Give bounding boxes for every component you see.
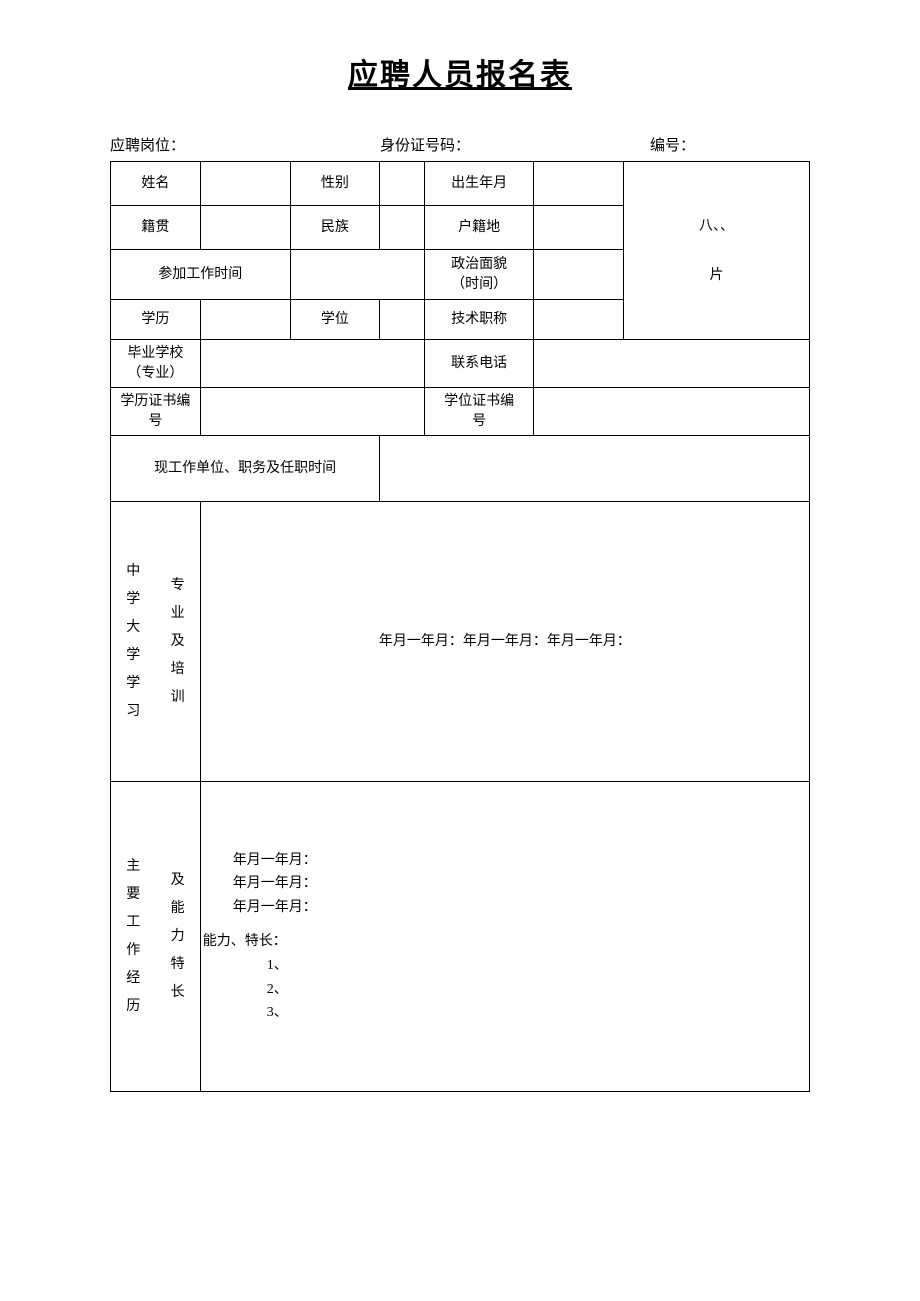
label-study-history: 中学大学学习 专业及培训 (111, 502, 201, 782)
serial-label: 编号： (650, 134, 695, 155)
field-study-history: 年月一年月：年月一年月：年月一年月： (200, 502, 809, 782)
label-name: 姓名 (111, 162, 201, 206)
photo-text-2: 片 (709, 268, 723, 283)
position-label: 应聘岗位： (110, 134, 185, 155)
page-title: 应聘人员报名表 (110, 50, 810, 94)
field-degree (380, 300, 425, 340)
label-edu-cert-no: 学历证书编 号 (111, 388, 201, 436)
field-birth (534, 162, 624, 206)
work-col2: 及能力特长 (171, 867, 185, 1007)
field-education (200, 300, 290, 340)
field-grad-school (200, 340, 424, 388)
field-work-history: 年月一年月： 年月一年月： 年月一年月： 能力、特长： 1、 2、 3、 (200, 782, 809, 1092)
field-ethnicity (380, 206, 425, 250)
label-current-work: 现工作单位、职务及任职时间 (111, 436, 380, 502)
ability-label: 能力、特长： (203, 930, 793, 954)
field-edu-cert-no (200, 388, 424, 436)
field-deg-cert-no (534, 388, 810, 436)
label-tech-title: 技术职称 (425, 300, 534, 340)
work-line-3: 年月一年月： (233, 896, 793, 920)
photo-text-1: 八、、 (699, 219, 734, 234)
ability-1: 1、 (233, 954, 793, 978)
study-col2: 专业及培训 (171, 572, 185, 712)
field-phone (534, 340, 810, 388)
field-residence (534, 206, 624, 250)
field-native-place (200, 206, 290, 250)
field-political (534, 250, 624, 300)
label-birth: 出生年月 (425, 162, 534, 206)
label-ethnicity: 民族 (290, 206, 380, 250)
label-grad-school: 毕业学校 （专业） (111, 340, 201, 388)
study-col1: 中学大学学习 (126, 558, 140, 726)
label-work-start: 参加工作时间 (111, 250, 291, 300)
label-residence: 户籍地 (425, 206, 534, 250)
label-degree: 学位 (290, 300, 380, 340)
field-tech-title (534, 300, 624, 340)
label-political: 政治面貌 （时间） (425, 250, 534, 300)
ability-2: 2、 (233, 978, 793, 1002)
ability-3: 3、 (233, 1001, 793, 1025)
field-work-start (290, 250, 425, 300)
label-native-place: 籍贯 (111, 206, 201, 250)
work-line-1: 年月一年月： (233, 849, 793, 873)
photo-cell: 八、、 片 (623, 162, 809, 340)
label-phone: 联系电话 (425, 340, 534, 388)
label-deg-cert-no: 学位证书编 号 (425, 388, 534, 436)
label-education: 学历 (111, 300, 201, 340)
form-header-row: 应聘岗位： 身份证号码： 编号： (110, 134, 810, 155)
id-number-label: 身份证号码： (380, 134, 470, 155)
field-current-work (380, 436, 810, 502)
label-work-history: 主要工作经历 及能力特长 (111, 782, 201, 1092)
label-gender: 性别 (290, 162, 380, 206)
work-col1: 主要工作经历 (126, 853, 140, 1021)
field-name (200, 162, 290, 206)
registration-table: 姓名 性别 出生年月 八、、 片 籍贯 民族 户籍地 参加工作时间 (110, 161, 810, 1092)
field-gender (380, 162, 425, 206)
work-line-2: 年月一年月： (233, 872, 793, 896)
